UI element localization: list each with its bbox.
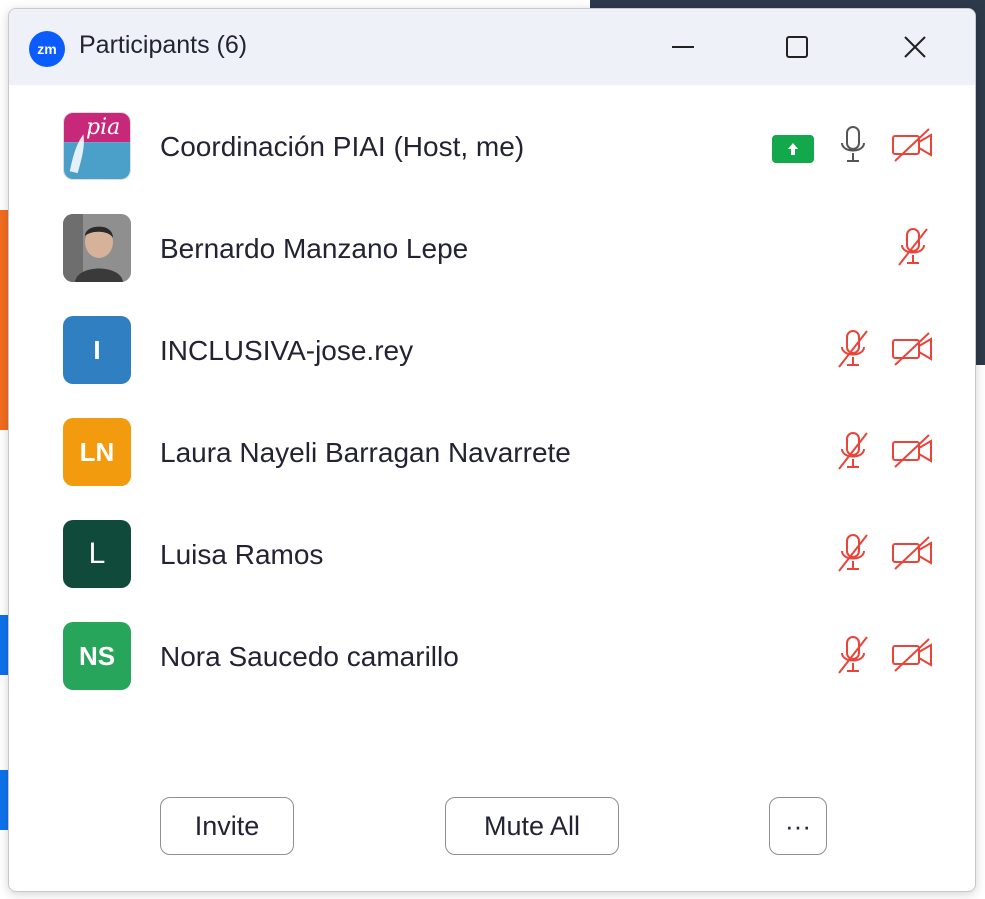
participant-name: INCLUSIVA-jose.rey	[160, 335, 414, 366]
participant-name: Bernardo Manzano Lepe	[160, 233, 469, 264]
participant-name: Luisa Ramos	[160, 539, 324, 570]
share-screen-badge	[772, 135, 814, 163]
participant-row-host[interactable]: pia Coordinación PIAI (Host, me)	[9, 93, 975, 195]
mic-muted-icon[interactable]	[831, 429, 875, 473]
close-button[interactable]	[885, 23, 945, 71]
participants-window: zm Participants (6) pia Coordinación PIA…	[8, 8, 976, 892]
person-photo-icon	[63, 214, 131, 282]
invite-button[interactable]: Invite	[160, 797, 294, 855]
participant-name: Nora Saucedo camarillo	[160, 641, 459, 672]
minimize-icon	[672, 46, 694, 48]
avatar: L	[63, 520, 131, 588]
participant-name: Coordinación PIAI (Host, me)	[160, 131, 525, 162]
video-off-icon[interactable]	[891, 531, 935, 575]
participant-row[interactable]: I INCLUSIVA-jose.rey	[9, 297, 975, 399]
avatar-photo	[63, 214, 131, 282]
participant-row[interactable]: Bernardo Manzano Lepe	[9, 195, 975, 297]
more-options-button[interactable]: ···	[769, 797, 827, 855]
maximize-icon	[786, 36, 808, 58]
participants-footer: Invite Mute All ···	[9, 797, 975, 857]
video-off-icon[interactable]	[891, 327, 935, 371]
minimize-button[interactable]	[653, 23, 713, 71]
participant-row[interactable]: NS Nora Saucedo camarillo	[9, 603, 975, 705]
video-off-icon[interactable]	[891, 123, 935, 167]
avatar-logo-text: pia	[86, 115, 121, 140]
participant-name: Laura Nayeli Barragan Navarrete	[160, 437, 571, 468]
avatar: LN	[63, 418, 131, 486]
share-up-arrow-icon	[788, 143, 798, 155]
zoom-logo-icon: zm	[29, 31, 65, 67]
avatar: pia	[63, 112, 131, 180]
mic-muted-icon[interactable]	[831, 327, 875, 371]
participant-row[interactable]: L Luisa Ramos	[9, 501, 975, 603]
avatar: NS	[63, 622, 131, 690]
participant-row[interactable]: LN Laura Nayeli Barragan Navarrete	[9, 399, 975, 501]
mic-muted-icon[interactable]	[831, 531, 875, 575]
mic-muted-icon[interactable]	[891, 225, 935, 269]
mute-all-button[interactable]: Mute All	[445, 797, 619, 855]
mic-muted-icon[interactable]	[831, 633, 875, 677]
mic-on-icon[interactable]	[831, 123, 875, 167]
video-off-icon[interactable]	[891, 429, 935, 473]
video-off-icon[interactable]	[891, 633, 935, 677]
maximize-button[interactable]	[767, 23, 827, 71]
close-icon	[904, 36, 926, 58]
window-title: Participants (6)	[79, 31, 248, 59]
title-bar[interactable]: zm Participants (6)	[9, 9, 975, 85]
avatar: I	[63, 316, 131, 384]
